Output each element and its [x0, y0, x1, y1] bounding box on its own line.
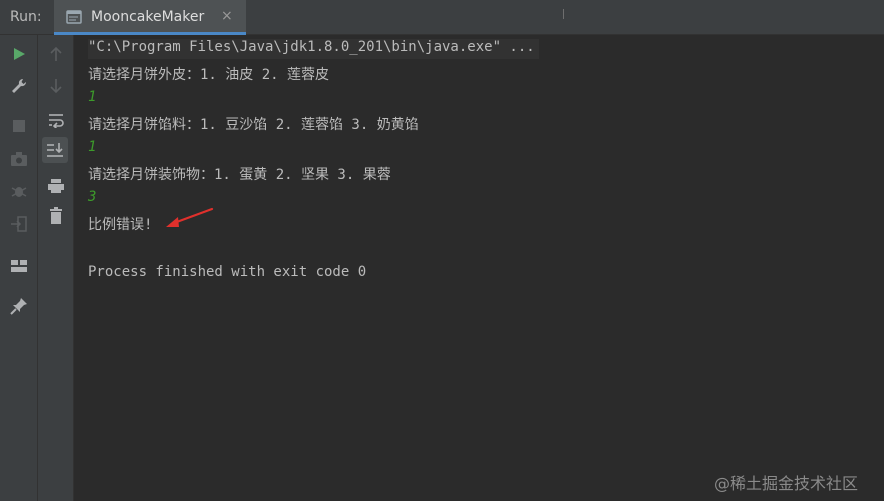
annotation-arrow-icon — [166, 207, 214, 227]
console-line-exit: Process finished with exit code 0 — [88, 264, 367, 280]
exit-icon[interactable] — [8, 213, 30, 235]
run-tool-window-header: Run: MooncakeMaker × — [0, 0, 884, 35]
console-line-error: 比例错误! — [88, 217, 153, 233]
console-line-prompt-filling: 请选择月饼馅料：1. 豆沙馅 2. 莲蓉馅 3. 奶黄馅 — [88, 117, 419, 133]
header-divider — [563, 9, 564, 19]
run-toolbar — [0, 35, 38, 501]
stop-icon[interactable] — [8, 115, 30, 137]
scroll-to-end-icon[interactable] — [42, 137, 68, 163]
console-line-user-input: 1 — [88, 139, 97, 155]
watermark: @稀土掘金技术社区 — [714, 474, 859, 493]
bug-icon[interactable] — [8, 180, 30, 202]
console-icon — [66, 9, 82, 29]
down-arrow-icon[interactable] — [45, 75, 67, 97]
layout-icon[interactable] — [8, 255, 30, 277]
camera-icon[interactable] — [8, 148, 30, 170]
console-line-prompt-decoration: 请选择月饼装饰物：1. 蛋黄 2. 坚果 3. 果蓉 — [88, 167, 391, 183]
console-toolbar — [38, 35, 74, 501]
run-icon[interactable] — [8, 43, 30, 65]
console-line-command: "C:\Program Files\Java\jdk1.8.0_201\bin\… — [88, 39, 539, 59]
trash-icon[interactable] — [45, 205, 67, 227]
tab-title: MooncakeMaker — [91, 9, 205, 25]
up-arrow-icon[interactable] — [45, 43, 67, 65]
tab-mooncakemaker[interactable]: MooncakeMaker × — [54, 0, 246, 35]
close-icon[interactable]: × — [221, 8, 233, 24]
print-icon[interactable] — [45, 175, 67, 197]
pin-icon[interactable] — [8, 295, 30, 317]
console-line-user-input: 1 — [88, 89, 97, 105]
console-line-prompt-crust: 请选择月饼外皮：1. 油皮 2. 莲蓉皮 — [88, 67, 330, 83]
console-line-user-input: 3 — [88, 189, 97, 205]
console-output[interactable]: "C:\Program Files\Java\jdk1.8.0_201\bin\… — [75, 35, 884, 501]
soft-wrap-icon[interactable] — [45, 109, 67, 131]
run-label: Run: — [10, 9, 42, 25]
wrench-icon[interactable] — [8, 75, 30, 97]
